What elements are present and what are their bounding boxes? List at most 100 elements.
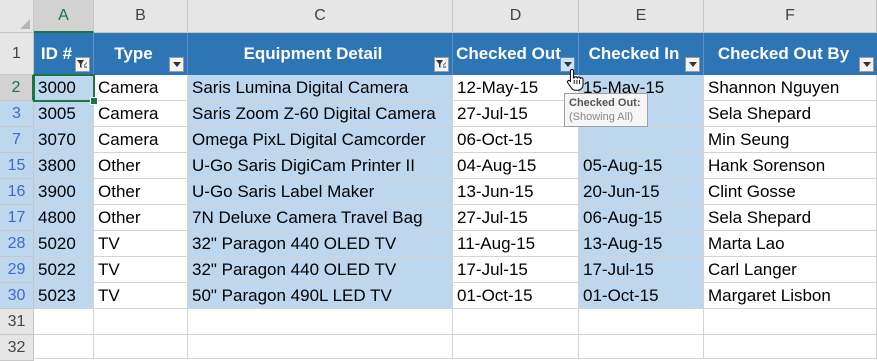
table-header-type[interactable]: Type	[94, 33, 188, 75]
cell-checked-out[interactable]: 04-Aug-15	[453, 153, 579, 179]
cell-checked-out-by[interactable]: Sela Shepard	[704, 205, 877, 231]
header-label: Checked Out	[456, 44, 561, 63]
column-header-c[interactable]: C	[188, 0, 453, 33]
row-header[interactable]: 1	[0, 33, 34, 75]
cell-type[interactable]: TV	[94, 257, 188, 283]
row-header[interactable]: 2	[0, 75, 34, 101]
cell-id[interactable]: 3800	[34, 153, 94, 179]
cell-type[interactable]: TV	[94, 283, 188, 309]
cell-equipment[interactable]: U-Go Saris Label Maker	[188, 179, 453, 205]
cell-equipment[interactable]: 32" Paragon 440 OLED TV	[188, 231, 453, 257]
cell-equipment[interactable]: 50" Paragon 490L LED TV	[188, 283, 453, 309]
spreadsheet: A B C D E F 1 2 3 7 15 16 17 28 29 30 31…	[0, 0, 877, 361]
row-header[interactable]: 32	[0, 335, 34, 361]
empty-cell[interactable]	[453, 335, 579, 359]
cell-type[interactable]: Other	[94, 153, 188, 179]
header-label: Checked Out By	[717, 44, 850, 63]
header-label: Type	[114, 44, 153, 63]
cell-checked-out-by[interactable]: Sela Shepard	[704, 101, 877, 127]
cell-checked-out[interactable]: 12-May-15	[453, 75, 579, 101]
cell-type[interactable]: Camera	[94, 75, 188, 101]
cell-equipment[interactable]: Saris Lumina Digital Camera	[188, 75, 453, 101]
cell-equipment[interactable]: 7N Deluxe Camera Travel Bag	[188, 205, 453, 231]
row-header[interactable]: 3	[0, 101, 34, 127]
cell-type[interactable]: Camera	[94, 101, 188, 127]
cell-equipment[interactable]: Saris Zoom Z-60 Digital Camera	[188, 101, 453, 127]
cell-checked-in[interactable]: 06-Aug-15	[579, 205, 704, 231]
empty-cell[interactable]	[579, 335, 704, 359]
cell-checked-out-by[interactable]: Shannon Nguyen	[704, 75, 877, 101]
column-header-e[interactable]: E	[579, 0, 704, 33]
cell-checked-in[interactable]: 05-Aug-15	[579, 153, 704, 179]
cell-id[interactable]: 5020	[34, 231, 94, 257]
column-header-d[interactable]: D	[453, 0, 579, 33]
cell-checked-in[interactable]: 13-Aug-15	[579, 231, 704, 257]
cell-checked-out[interactable]: 06-Oct-15	[453, 127, 579, 153]
cell-equipment[interactable]: U-Go Saris DigiCam Printer II	[188, 153, 453, 179]
filter-active-icon[interactable]	[75, 57, 90, 72]
empty-cell[interactable]	[34, 309, 94, 335]
cell-id[interactable]: 5022	[34, 257, 94, 283]
cell-checked-in[interactable]: 17-Jul-15	[579, 257, 704, 283]
table-header-checked-out[interactable]: Checked Out	[453, 33, 579, 75]
row-header[interactable]: 29	[0, 257, 34, 283]
cell-checked-in[interactable]: 01-Oct-15	[579, 283, 704, 309]
empty-cell[interactable]	[579, 309, 704, 335]
cell-id[interactable]: 3900	[34, 179, 94, 205]
filter-dropdown-icon[interactable]	[685, 57, 700, 72]
cell-id[interactable]: 3070	[34, 127, 94, 153]
cell-checked-out-by[interactable]: Carl Langer	[704, 257, 877, 283]
column-header-f[interactable]: F	[704, 0, 877, 33]
column-header-b[interactable]: B	[94, 0, 188, 33]
filter-dropdown-icon[interactable]	[859, 57, 874, 72]
filter-active-icon[interactable]	[434, 57, 449, 72]
cell-checked-out[interactable]: 27-Jul-15	[453, 101, 579, 127]
row-header[interactable]: 31	[0, 309, 34, 335]
cell-id[interactable]: 5023	[34, 283, 94, 309]
header-label: Checked In	[588, 44, 680, 63]
column-header-a[interactable]: A	[34, 0, 94, 33]
empty-cell[interactable]	[94, 335, 188, 359]
cell-checked-in[interactable]	[579, 127, 704, 153]
cell-checked-out-by[interactable]: Marta Lao	[704, 231, 877, 257]
row-header[interactable]: 16	[0, 179, 34, 205]
empty-cell[interactable]	[704, 335, 877, 359]
fill-handle[interactable]	[90, 97, 98, 105]
empty-cell[interactable]	[453, 309, 579, 335]
empty-cell[interactable]	[188, 335, 453, 359]
row-header[interactable]: 28	[0, 231, 34, 257]
row-header[interactable]: 17	[0, 205, 34, 231]
cell-checked-out-by[interactable]: Hank Sorenson	[704, 153, 877, 179]
cell-checked-out[interactable]: 13-Jun-15	[453, 179, 579, 205]
cell-type[interactable]: TV	[94, 231, 188, 257]
cell-checked-out[interactable]: 11-Aug-15	[453, 231, 579, 257]
row-header[interactable]: 7	[0, 127, 34, 153]
cell-checked-out[interactable]: 01-Oct-15	[453, 283, 579, 309]
table-header-equipment[interactable]: Equipment Detail	[188, 33, 453, 75]
table-header-checked-out-by[interactable]: Checked Out By	[704, 33, 877, 75]
table-header-id[interactable]: ID #	[34, 33, 94, 75]
table-header-checked-in[interactable]: Checked In	[579, 33, 704, 75]
select-all-corner[interactable]	[0, 0, 34, 33]
cell-checked-in[interactable]: 20-Jun-15	[579, 179, 704, 205]
cell-type[interactable]: Camera	[94, 127, 188, 153]
empty-cell[interactable]	[188, 309, 453, 335]
cell-type[interactable]: Other	[94, 205, 188, 231]
cell-checked-out-by[interactable]: Min Seung	[704, 127, 877, 153]
cell-id[interactable]: 4800	[34, 205, 94, 231]
filter-dropdown-icon[interactable]	[169, 57, 184, 72]
cell-checked-out-by[interactable]: Clint Gosse	[704, 179, 877, 205]
cell-checked-out[interactable]: 17-Jul-15	[453, 257, 579, 283]
cell-equipment[interactable]: Omega PixL Digital Camcorder	[188, 127, 453, 153]
cell-equipment[interactable]: 32" Paragon 440 OLED TV	[188, 257, 453, 283]
filter-tooltip: Checked Out: (Showing All)	[564, 93, 648, 127]
cell-checked-out-by[interactable]: Margaret Lisbon	[704, 283, 877, 309]
empty-cell[interactable]	[34, 335, 94, 359]
row-header[interactable]: 15	[0, 153, 34, 179]
cell-type[interactable]: Other	[94, 179, 188, 205]
cell-checked-out[interactable]: 27-Jul-15	[453, 205, 579, 231]
cell-id[interactable]: 3005	[34, 101, 94, 127]
empty-cell[interactable]	[94, 309, 188, 335]
empty-cell[interactable]	[704, 309, 877, 335]
row-header[interactable]: 30	[0, 283, 34, 309]
